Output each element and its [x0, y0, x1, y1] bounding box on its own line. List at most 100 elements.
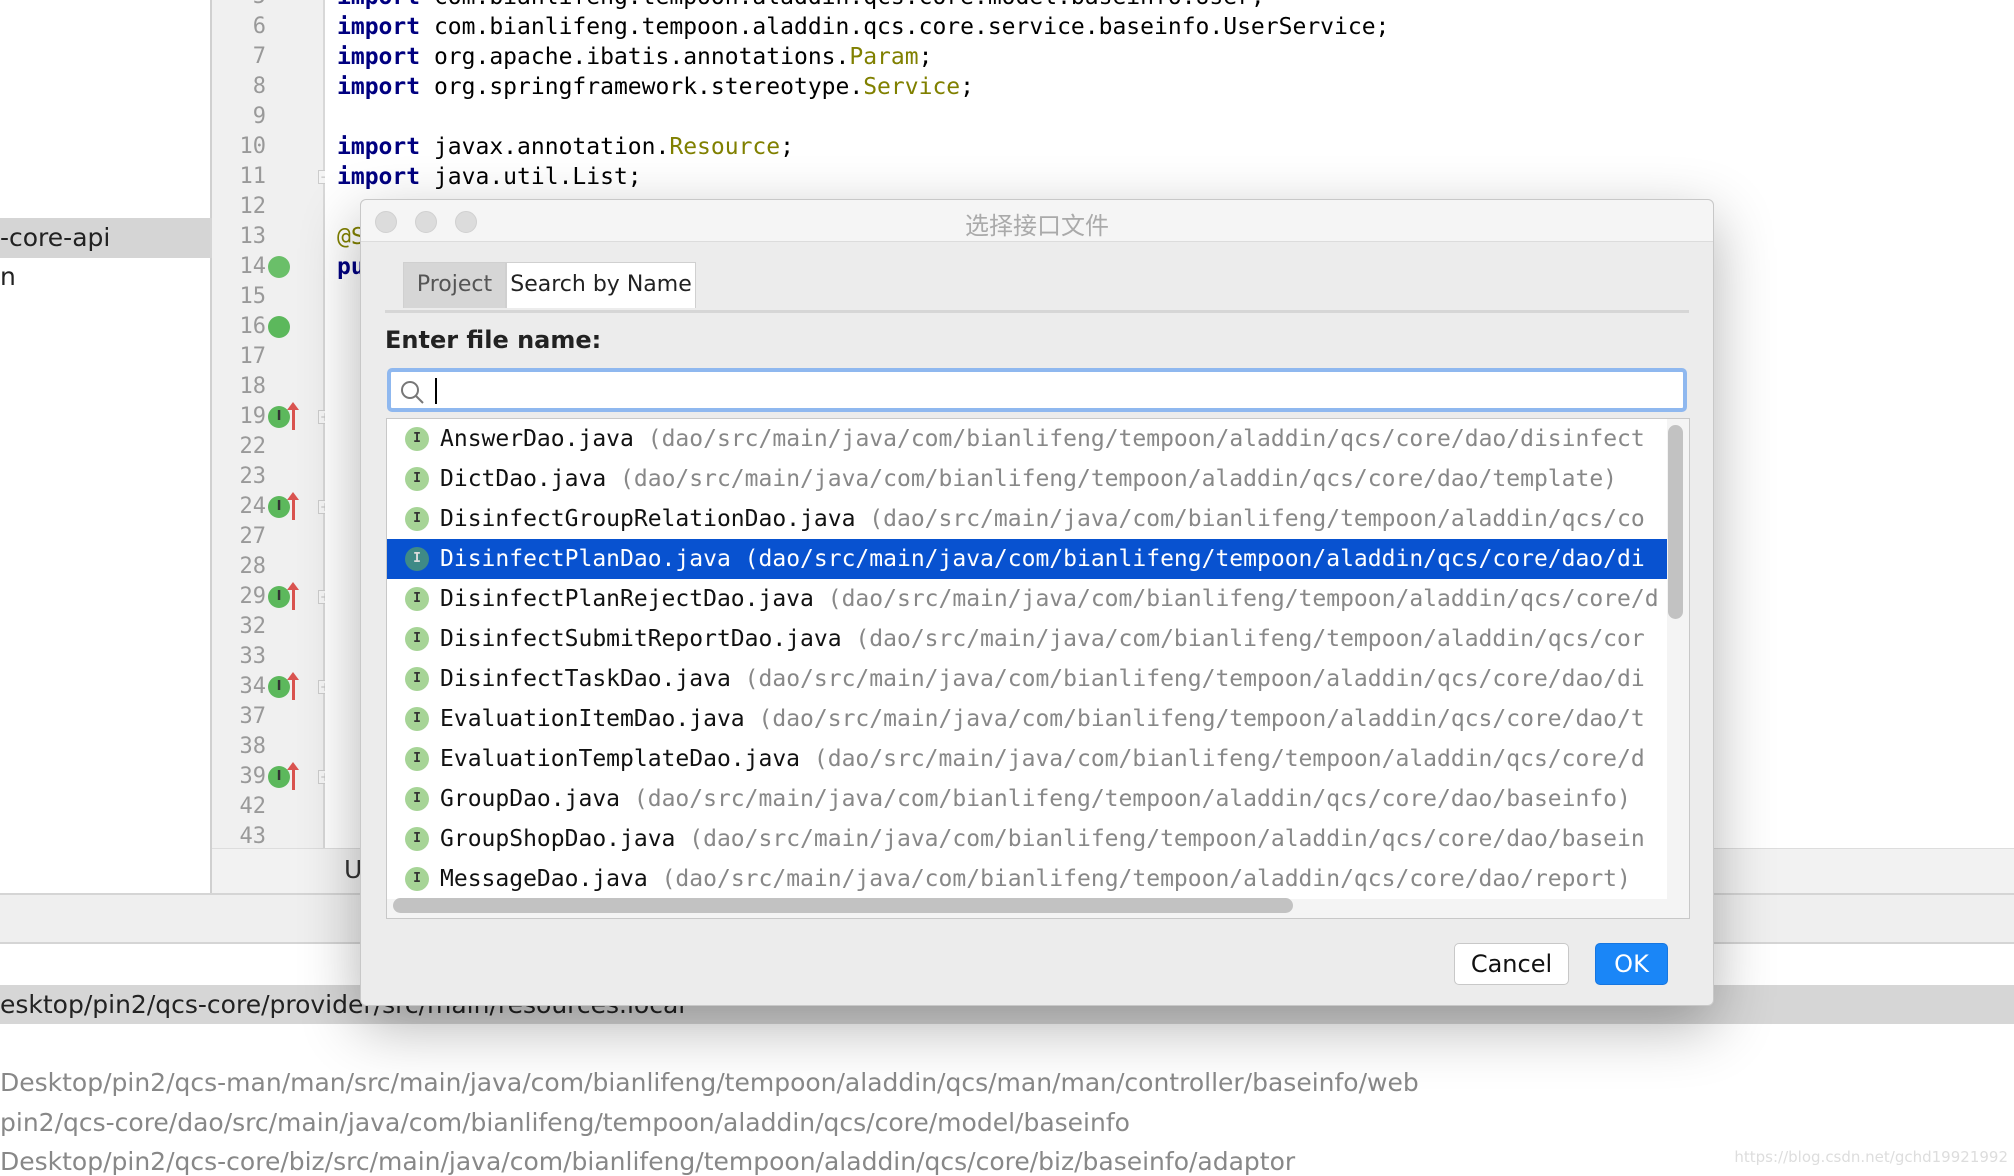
file-name: DisinfectSubmitReportDao.java	[440, 626, 842, 652]
line-number: 37	[239, 704, 267, 729]
dialog-title: 选择接口文件	[965, 212, 1109, 240]
line-number: 14	[239, 254, 267, 279]
file-name: EvaluationItemDao.java	[440, 706, 745, 732]
file-name: DisinfectGroupRelationDao.java	[440, 506, 856, 532]
line-number: 10	[239, 134, 267, 159]
line-number: 16	[239, 314, 267, 339]
code-line-5: import com.bianlifeng.tempoon.aladdin.qc…	[337, 0, 1265, 12]
file-path: (dao/src/main/java/com/bianlifeng/tempoo…	[647, 426, 1645, 452]
file-name-label: Enter file name:	[385, 326, 602, 354]
line-number: 7	[252, 44, 266, 69]
file-list-item[interactable]: I DisinfectPlanDao.java (dao/src/main/jav…	[387, 539, 1667, 579]
line-number: 19	[239, 404, 267, 429]
tab-search-by-name[interactable]: Search by Name	[506, 262, 696, 308]
ok-button[interactable]: OK	[1595, 943, 1668, 985]
line-number: 15	[239, 284, 267, 309]
file-path: (dao/src/main/java/com/bianlifeng/tempoo…	[813, 746, 1645, 772]
path-row[interactable]: pin2/qcs-core/dao/src/main/java/com/bian…	[0, 1108, 1130, 1137]
file-name-and-path: EvaluationItemDao.java (dao/src/main/jav…	[440, 699, 1645, 739]
file-name-and-path: DisinfectGroupRelationDao.java (dao/src/…	[440, 499, 1645, 539]
implemented-class-icon[interactable]	[268, 256, 290, 278]
file-list-item[interactable]: I EvaluationTemplateDao.java (dao/src/mai…	[387, 739, 1667, 779]
file-path: (dao/src/main/java/com/bianlifeng/tempoo…	[620, 466, 1618, 492]
line-number: 32	[239, 614, 267, 639]
file-name: GroupShopDao.java	[440, 826, 676, 852]
file-list-item[interactable]: I GroupShopDao.java (dao/src/main/java/co…	[387, 819, 1667, 859]
line-number: 27	[239, 524, 267, 549]
file-path: (dao/src/main/java/com/bianlifeng/tempoo…	[661, 866, 1631, 892]
file-path: (dao/src/main/java/com/bianlifeng/tempoo…	[744, 666, 1645, 692]
file-list-item[interactable]: I EvaluationItemDao.java (dao/src/main/ja…	[387, 699, 1667, 739]
file-path: (dao/src/main/java/com/bianlifeng/tempoo…	[869, 506, 1645, 532]
file-path: (dao/src/main/java/com/bianlifeng/tempoo…	[689, 826, 1645, 852]
text-caret	[435, 378, 437, 404]
file-name: DisinfectTaskDao.java	[440, 666, 731, 692]
file-list-item[interactable]: I DisinfectGroupRelationDao.java (dao/src…	[387, 499, 1667, 539]
line-number: 22	[239, 434, 267, 459]
file-path: (dao/src/main/java/com/bianlifeng/tempoo…	[827, 586, 1659, 612]
code-line-10: import javax.annotation.Resource;	[337, 134, 794, 160]
file-list-item[interactable]: I DisinfectTaskDao.java (dao/src/main/jav…	[387, 659, 1667, 699]
implemented-arrow-icon[interactable]	[287, 582, 299, 610]
file-name-and-path: MessageDao.java (dao/src/main/java/com/b…	[440, 859, 1631, 899]
interface-icon: I	[405, 787, 429, 811]
file-path: (dao/src/main/java/com/bianlifeng/tempoo…	[758, 706, 1645, 732]
line-number: 29	[239, 584, 267, 609]
line-number: 39	[239, 764, 267, 789]
line-number: 11	[239, 164, 267, 189]
interface-icon: I	[405, 707, 429, 731]
file-name-and-path: DisinfectTaskDao.java (dao/src/main/java…	[440, 659, 1645, 699]
line-number: 42	[239, 794, 267, 819]
cancel-button[interactable]: Cancel	[1454, 943, 1569, 985]
interface-icon: I	[405, 427, 429, 451]
line-number: 24	[239, 494, 267, 519]
interface-icon: I	[405, 547, 429, 571]
file-name: DisinfectPlanDao.java	[440, 546, 731, 572]
file-name-input[interactable]	[387, 368, 1687, 412]
tab-project[interactable]: Project	[403, 262, 506, 308]
file-list-item[interactable]: I MessageDao.java (dao/src/main/java/com/…	[387, 859, 1667, 899]
file-list-item[interactable]: I DictDao.java (dao/src/main/java/com/bia…	[387, 459, 1667, 499]
path-row[interactable]: Desktop/pin2/qcs-core/biz/src/main/java/…	[0, 1147, 1295, 1176]
file-path: (dao/src/main/java/com/bianlifeng/tempoo…	[744, 546, 1645, 572]
line-number: 34	[239, 674, 267, 699]
project-sidebar: -core-api n	[0, 0, 212, 893]
interface-icon: I	[405, 467, 429, 491]
file-name-and-path: DictDao.java (dao/src/main/java/com/bian…	[440, 459, 1617, 499]
tab-divider	[385, 310, 1689, 313]
line-number: 8	[252, 74, 266, 99]
file-list[interactable]: I AnswerDao.java (dao/src/main/java/com/b…	[386, 418, 1690, 919]
interface-icon: I	[405, 827, 429, 851]
interface-icon: I	[405, 507, 429, 531]
implemented-arrow-icon[interactable]	[287, 492, 299, 520]
implemented-arrow-icon[interactable]	[287, 672, 299, 700]
file-name: AnswerDao.java	[440, 426, 634, 452]
sidebar-item[interactable]: n	[0, 262, 16, 291]
line-number: 5	[222, 0, 266, 12]
code-line-6: import com.bianlifeng.tempoon.aladdin.qc…	[337, 14, 1390, 40]
sidebar-item-core-api[interactable]: -core-api	[0, 218, 212, 258]
line-number: 6	[252, 14, 266, 39]
file-list-item[interactable]: I GroupDao.java (dao/src/main/java/com/bi…	[387, 779, 1667, 819]
code-line-8: import org.springframework.stereotype.Se…	[337, 74, 974, 100]
watermark: https://blog.csdn.net/gchd19921992	[1734, 1148, 2008, 1166]
file-list-item[interactable]: I DisinfectSubmitReportDao.java (dao/src/…	[387, 619, 1667, 659]
horizontal-scrollbar[interactable]	[393, 898, 1293, 913]
navigate-implementation-icon[interactable]	[268, 316, 290, 338]
path-row[interactable]: Desktop/pin2/qcs-man/man/src/main/java/c…	[0, 1068, 1419, 1097]
vertical-scrollbar[interactable]	[1668, 425, 1683, 619]
file-path: (dao/src/main/java/com/bianlifeng/tempoo…	[855, 626, 1645, 652]
code-line-11: import java.util.List;	[337, 164, 642, 190]
file-list-item[interactable]: I AnswerDao.java (dao/src/main/java/com/b…	[387, 419, 1667, 459]
dialog-titlebar[interactable]: 选择接口文件	[361, 200, 1713, 242]
implemented-arrow-icon[interactable]	[287, 402, 299, 430]
file-list-item[interactable]: I DisinfectPlanRejectDao.java (dao/src/ma…	[387, 579, 1667, 619]
file-name: DisinfectPlanRejectDao.java	[440, 586, 814, 612]
file-name-and-path: AnswerDao.java (dao/src/main/java/com/bi…	[440, 419, 1645, 459]
search-icon	[401, 381, 424, 404]
line-number: 17	[239, 344, 267, 369]
file-name: MessageDao.java	[440, 866, 648, 892]
interface-icon: I	[405, 627, 429, 651]
implemented-arrow-icon[interactable]	[287, 762, 299, 790]
file-name: DictDao.java	[440, 466, 607, 492]
